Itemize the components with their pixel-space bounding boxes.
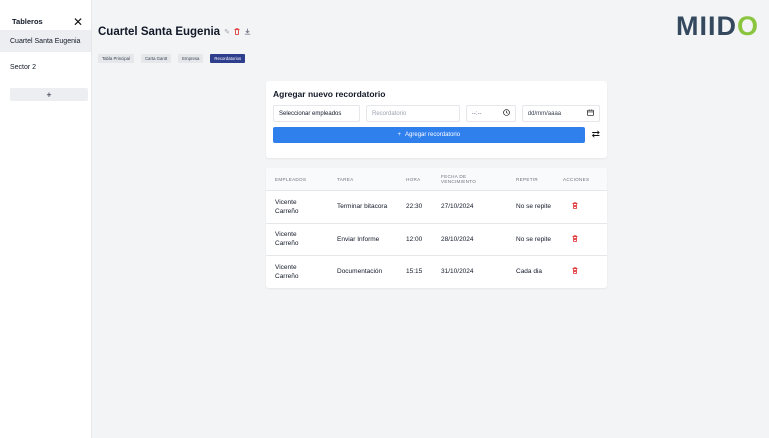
cell-actions	[560, 267, 607, 276]
page-title-text: Cuartel Santa Eugenia	[98, 26, 221, 38]
time-value: --:--	[471, 110, 482, 117]
cell-task: Documentación	[337, 268, 383, 276]
reminder-form-card: Agregar nuevo recordatorio Seleccionar e…	[266, 81, 607, 158]
employee-last-name: Carreño	[275, 272, 299, 280]
delete-trash-icon[interactable]	[569, 202, 578, 211]
form-title: Agregar nuevo recordatorio	[273, 89, 386, 99]
time-input[interactable]: --:--	[465, 105, 516, 122]
header-time: HORA	[406, 176, 421, 182]
sidebar-item-cuartel-santa-eugenia[interactable]: Cuartel Santa Eugenia	[0, 30, 91, 52]
trash-icon[interactable]	[234, 27, 240, 37]
tab-recordatorios[interactable]: Recordatorios	[210, 54, 246, 63]
cell-employee: Vicente Carreño	[266, 263, 328, 281]
table-row: Vicente Carreño Documentación 15:15 31/1…	[266, 255, 607, 288]
sidebar-title: Tableros	[12, 17, 43, 26]
cell-time: 22:30	[406, 203, 423, 211]
employee-last-name: Carreño	[275, 207, 299, 215]
delete-trash-icon[interactable]	[569, 235, 578, 244]
cell-actions	[560, 235, 607, 244]
swap-icon[interactable]: ⇄	[592, 130, 600, 140]
cell-actions	[560, 202, 607, 211]
close-icon[interactable]: ✕	[73, 16, 83, 28]
cell-task: Terminar bitacora	[337, 203, 388, 211]
table-row: Vicente Carreño Enviar Informe 12:00 28/…	[266, 222, 607, 256]
cell-repeat: No se repite	[516, 203, 552, 211]
clock-icon	[503, 109, 510, 118]
cell-due-date: 31/10/2024	[441, 268, 474, 276]
employee-first-name: Vicente	[275, 231, 297, 239]
cell-repeat: Cada dia	[516, 268, 543, 276]
logo-text: MIID	[676, 11, 737, 41]
delete-trash-icon[interactable]	[569, 267, 578, 276]
cell-employee: Vicente Carreño	[266, 198, 328, 216]
reminder-input[interactable]: Recordatorio	[365, 105, 460, 122]
add-reminder-button[interactable]: + Agregar recordatorio	[273, 127, 585, 143]
cell-due-date: 27/10/2024	[441, 203, 474, 211]
sidebar-item-sector-2[interactable]: Sector 2	[0, 56, 91, 78]
submit-row: + Agregar recordatorio ⇄	[273, 127, 600, 143]
add-reminder-label: Agregar recordatorio	[405, 132, 461, 138]
header-task: TAREA	[337, 176, 354, 182]
page-title: Cuartel Santa Eugenia ✎	[98, 26, 251, 38]
header-due-line2: VENCIMIENTO	[441, 179, 477, 184]
header-employees: EMPLEADOS	[275, 176, 307, 182]
employees-select[interactable]: Seleccionar empleados	[273, 105, 360, 122]
form-row: Seleccionar empleados Recordatorio --:--…	[273, 105, 600, 122]
header-repeat: REPETIR	[516, 176, 539, 182]
header-due-date: FECHA DE VENCIMIENTO	[432, 174, 507, 184]
tab-empresa[interactable]: Empresa	[178, 54, 204, 63]
tab-tabla-principal[interactable]: Tabla Principal	[98, 54, 134, 63]
add-board-button[interactable]: +	[10, 88, 88, 101]
table-row: Vicente Carreño Terminar bitacora 22:30 …	[266, 190, 607, 223]
cell-time: 12:00	[406, 235, 423, 243]
plus-icon: +	[397, 132, 402, 138]
sidebar: Tableros ✕ Cuartel Santa Eugenia Sector …	[0, 0, 92, 438]
employee-first-name: Vicente	[275, 263, 297, 271]
reminders-table: EMPLEADOS TAREA HORA FECHA DE VENCIMIENT…	[266, 168, 607, 288]
download-icon[interactable]	[244, 28, 251, 37]
pencil-icon[interactable]: ✎	[224, 28, 230, 36]
cell-employee: Vicente Carreño	[266, 230, 328, 248]
header-actions: ACCIONES	[563, 176, 590, 182]
tab-bar: Tabla Principal Carta Gantt Empresa Reco…	[98, 54, 246, 63]
cell-task: Enviar Informe	[337, 235, 380, 243]
cell-due-date: 28/10/2024	[441, 235, 474, 243]
employee-first-name: Vicente	[275, 198, 297, 206]
calendar-icon	[587, 109, 594, 118]
cell-repeat: No se repite	[516, 235, 552, 243]
employee-last-name: Carreño	[275, 240, 299, 248]
logo-accent: O	[737, 11, 760, 41]
cell-time: 15:15	[406, 268, 423, 276]
logo: MIID O	[676, 11, 759, 41]
date-input[interactable]: dd/mm/aaaa	[521, 105, 600, 122]
date-value: dd/mm/aaaa	[527, 110, 562, 117]
tab-carta-gantt[interactable]: Carta Gantt	[140, 54, 172, 63]
table-header: EMPLEADOS TAREA HORA FECHA DE VENCIMIENT…	[266, 168, 607, 190]
sidebar-header: Tableros ✕	[0, 0, 91, 30]
